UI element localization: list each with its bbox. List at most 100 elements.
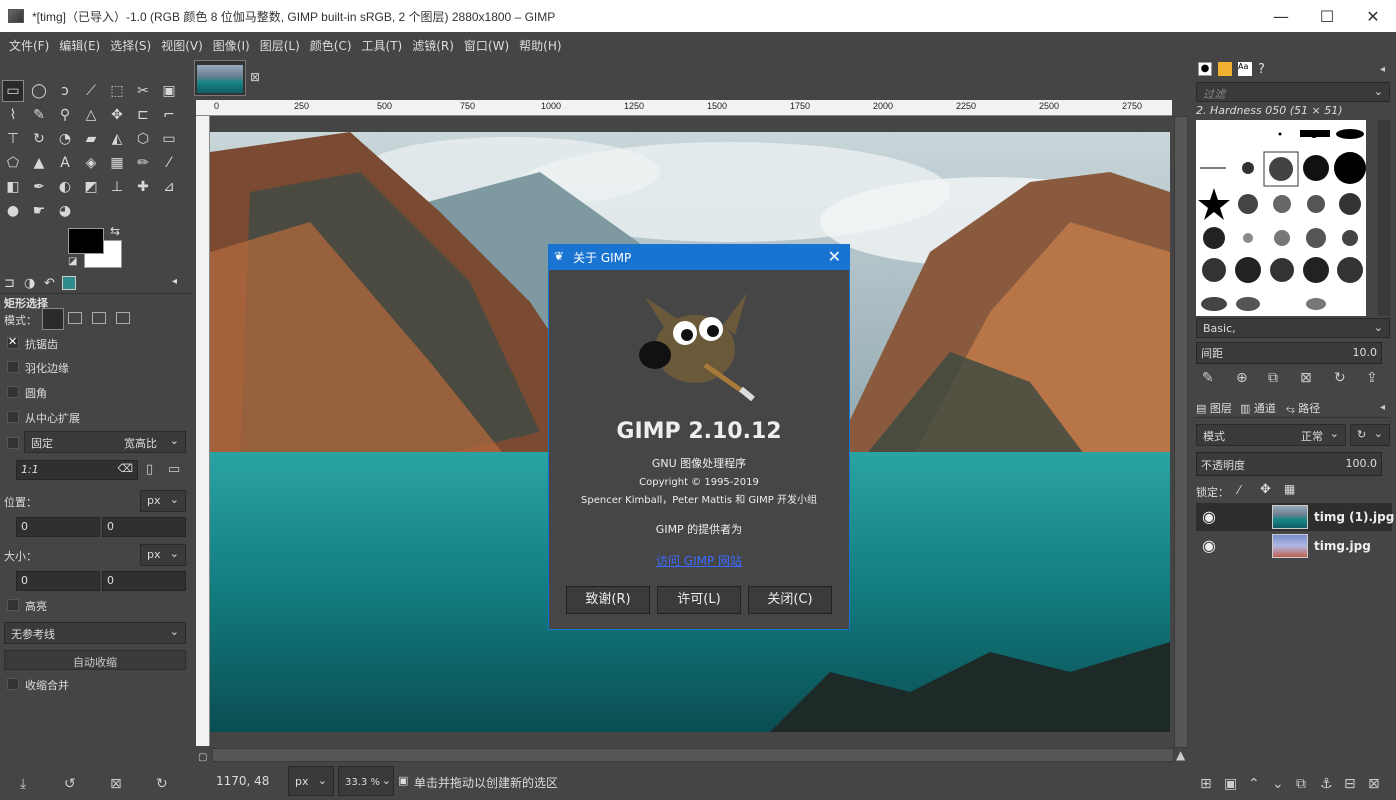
mode-intersect-icon[interactable] bbox=[116, 312, 130, 324]
menu-filters[interactable]: 滤镜(R) bbox=[407, 37, 459, 54]
lock-pixels-icon[interactable]: ⁄ bbox=[1238, 483, 1240, 497]
mask-layer-icon[interactable]: ⊟ bbox=[1344, 776, 1356, 792]
quick-mask-icon[interactable]: ▢ bbox=[198, 752, 207, 763]
new-group-icon[interactable]: ▣ bbox=[1224, 776, 1237, 792]
reset-options-icon[interactable]: ↻ bbox=[156, 776, 168, 792]
crop-icon[interactable]: ⌐ bbox=[158, 104, 180, 126]
dock-menu-icon[interactable]: ◂ bbox=[1380, 402, 1385, 413]
foreground-select-icon[interactable]: ▣ bbox=[158, 80, 180, 102]
zoom-icon[interactable]: ⚲ bbox=[54, 104, 76, 126]
pencil-icon[interactable]: ✏ bbox=[132, 152, 154, 174]
mode-add-icon[interactable] bbox=[68, 312, 82, 324]
move-icon[interactable]: ✥ bbox=[106, 104, 128, 126]
smudge-icon[interactable]: ☛ bbox=[28, 200, 50, 222]
tab-paths[interactable]: ⥃ 路径 bbox=[1286, 400, 1320, 416]
expand-center-checkbox[interactable] bbox=[7, 411, 19, 423]
minimize-button[interactable]: — bbox=[1258, 0, 1304, 32]
dock-menu-icon[interactable]: ◂ bbox=[1380, 64, 1385, 75]
vertical-ruler[interactable] bbox=[196, 116, 210, 746]
lock-position-icon[interactable]: ✥ bbox=[1260, 482, 1271, 497]
menu-image[interactable]: 图像(I) bbox=[208, 37, 255, 54]
cage-icon[interactable]: ⬡ bbox=[132, 128, 154, 150]
images-tab-icon[interactable] bbox=[62, 276, 76, 290]
duplicate-brush-icon[interactable]: ⧉ bbox=[1268, 370, 1278, 386]
perspective-icon[interactable]: ⬠ bbox=[2, 152, 24, 174]
autoshrink-button[interactable]: 自动收缩 bbox=[4, 650, 186, 670]
warp-icon[interactable]: ▭ bbox=[158, 128, 180, 150]
tab-channels[interactable]: ▥ 通道 bbox=[1240, 400, 1276, 416]
refresh-brushes-icon[interactable]: ↻ bbox=[1334, 370, 1346, 386]
layer-row[interactable]: ◉ timg.jpg bbox=[1196, 532, 1392, 560]
menu-windows[interactable]: 窗口(W) bbox=[459, 37, 514, 54]
brush-filter-input[interactable]: 过滤 ⌄ bbox=[1196, 82, 1390, 102]
dodge-burn-icon[interactable]: ◕ bbox=[54, 200, 76, 222]
menu-select[interactable]: 选择(S) bbox=[105, 37, 156, 54]
eye-icon[interactable]: ◉ bbox=[1202, 507, 1216, 526]
fixed-checkbox[interactable] bbox=[7, 437, 19, 449]
bucket-fill-icon[interactable]: ▲ bbox=[28, 152, 50, 174]
perspective-clone-icon[interactable]: ⊿ bbox=[158, 176, 180, 198]
paintbrush-icon[interactable]: ⁄ bbox=[158, 152, 180, 174]
unified-transform-icon[interactable]: ⊤ bbox=[2, 128, 24, 150]
maximize-button[interactable]: ☐ bbox=[1304, 0, 1350, 32]
antialias-checkbox[interactable] bbox=[7, 335, 19, 349]
color-select-icon[interactable]: ⬚ bbox=[106, 80, 128, 102]
credits-button[interactable]: 致谢(R) bbox=[566, 586, 650, 614]
menu-file[interactable]: 文件(F) bbox=[4, 37, 54, 54]
portrait-icon[interactable]: ▯ bbox=[146, 462, 153, 477]
layer-mode-dropdown[interactable]: 模式 正常 ⌄ bbox=[1196, 424, 1346, 446]
scissors-icon[interactable]: ✂ bbox=[132, 80, 154, 102]
duplicate-layer-icon[interactable]: ⧉ bbox=[1296, 776, 1306, 792]
image-tab[interactable] bbox=[194, 60, 246, 96]
lasso-icon[interactable]: ↄ bbox=[54, 80, 76, 102]
clear-icon[interactable]: ⌫ bbox=[117, 462, 133, 475]
edit-brush-icon[interactable]: ✎ bbox=[1202, 370, 1214, 386]
visit-website-link[interactable]: 访问 GIMP 网站 bbox=[549, 552, 849, 569]
restore-options-icon[interactable]: ↺ bbox=[64, 776, 76, 792]
zoom-dropdown[interactable]: 33.3 % ⌄ bbox=[338, 766, 394, 796]
heal-icon[interactable]: ✚ bbox=[132, 176, 154, 198]
mode-subtract-icon[interactable] bbox=[92, 312, 106, 324]
scale-icon[interactable]: ◔ bbox=[54, 128, 76, 150]
undo-history-tab-icon[interactable]: ↶ bbox=[44, 276, 55, 291]
opacity-slider[interactable]: 不透明度 100.0 bbox=[1196, 452, 1382, 476]
horizontal-scrollbar[interactable] bbox=[212, 748, 1174, 762]
default-colors-icon[interactable]: ◪ bbox=[68, 256, 77, 267]
dock-menu-icon[interactable]: ◂ bbox=[172, 276, 177, 287]
pos-y-field[interactable]: 0 bbox=[102, 517, 186, 537]
measure-icon[interactable]: △ bbox=[80, 104, 102, 126]
mypaint-icon[interactable]: ◩ bbox=[80, 176, 102, 198]
eye-icon[interactable]: ◉ bbox=[1202, 536, 1216, 555]
landscape-icon[interactable]: ▭ bbox=[168, 462, 180, 477]
horizontal-ruler[interactable]: 0 250 500 750 1000 1250 1500 1750 2000 2… bbox=[196, 100, 1172, 116]
fixed-dropdown[interactable]: 固定 宽高比 ⌄ bbox=[24, 431, 186, 453]
text-tool-icon[interactable]: A bbox=[54, 152, 76, 174]
composite-mode-dropdown[interactable]: ↻ ⌄ bbox=[1350, 424, 1390, 446]
menu-help[interactable]: 帮助(H) bbox=[514, 37, 566, 54]
rotate-icon[interactable]: ↻ bbox=[28, 128, 50, 150]
swap-colors-icon[interactable]: ⇆ bbox=[110, 224, 120, 238]
delete-layer-icon[interactable]: ⊠ bbox=[1368, 776, 1380, 792]
anchor-layer-icon[interactable]: ⚓ bbox=[1320, 776, 1333, 792]
fonts-tab-icon[interactable]: Aa bbox=[1238, 62, 1252, 76]
lower-layer-icon[interactable]: ⌄ bbox=[1272, 776, 1284, 792]
patterns-tab-icon[interactable] bbox=[1218, 62, 1232, 76]
ink-icon[interactable]: ◐ bbox=[54, 176, 76, 198]
lock-alpha-icon[interactable]: ▦ bbox=[1284, 482, 1295, 496]
device-status-tab-icon[interactable]: ◑ bbox=[24, 276, 35, 291]
shrink-merged-checkbox[interactable] bbox=[7, 678, 19, 690]
blur-icon[interactable]: ● bbox=[2, 200, 24, 222]
save-options-icon[interactable]: ⤓ bbox=[20, 776, 26, 792]
rounded-checkbox[interactable] bbox=[7, 386, 19, 398]
gradient-icon[interactable]: ▦ bbox=[106, 152, 128, 174]
spacing-slider[interactable]: 间距 10.0 bbox=[1196, 342, 1382, 364]
vertical-scrollbar[interactable] bbox=[1174, 116, 1188, 748]
tab-layers[interactable]: ▤ 图层 bbox=[1196, 400, 1232, 416]
rect-select-icon[interactable]: ▭ bbox=[2, 80, 24, 102]
align-icon[interactable]: ⊏ bbox=[132, 104, 154, 126]
raise-layer-icon[interactable]: ⌃ bbox=[1248, 776, 1260, 792]
brushes-tab-icon[interactable]: ● bbox=[1198, 62, 1212, 76]
close-button[interactable]: 关闭(C) bbox=[748, 586, 832, 614]
menu-layer[interactable]: 图层(L) bbox=[255, 37, 305, 54]
eraser-icon[interactable]: ◧ bbox=[2, 176, 24, 198]
